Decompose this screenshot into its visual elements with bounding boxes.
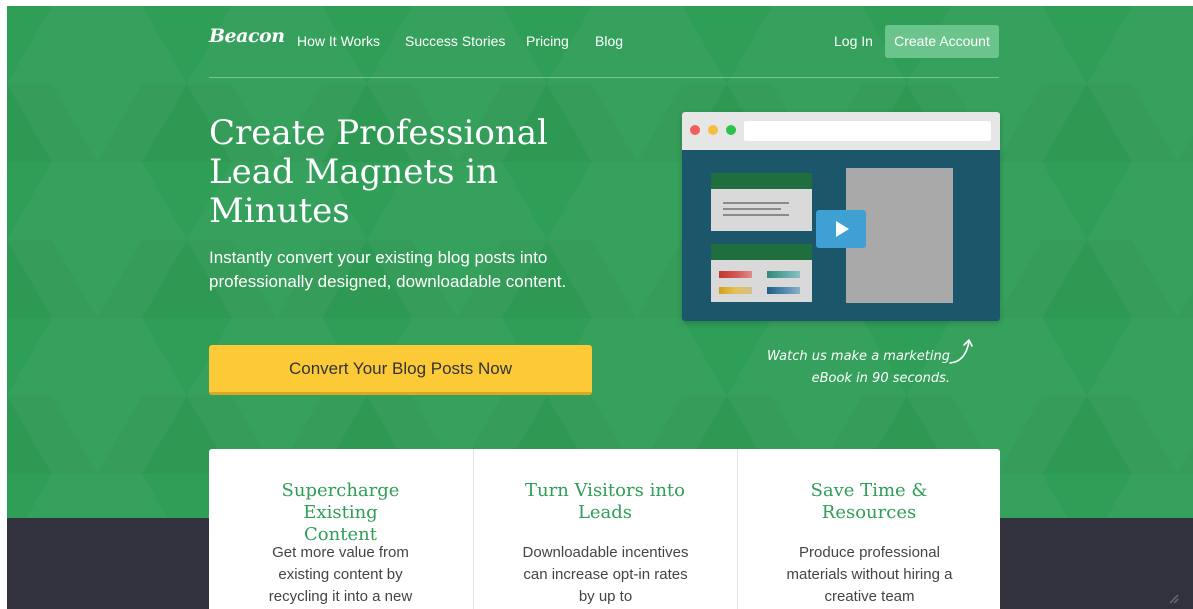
nav-link-how-it-works[interactable]: How It Works bbox=[297, 33, 380, 49]
nav-link-success-stories[interactable]: Success Stories bbox=[405, 33, 505, 49]
window-dot-icon bbox=[690, 125, 700, 135]
feature-title: Supercharge Existing Content bbox=[281, 480, 400, 545]
video-caption-line2: eBook in 90 seconds. bbox=[811, 371, 950, 386]
curved-arrow-icon bbox=[949, 339, 973, 364]
address-bar bbox=[744, 121, 991, 141]
feature-card: Turn Visitors into Leads Downloadable in… bbox=[473, 449, 736, 609]
feature-title: Save Time & Resources bbox=[810, 480, 928, 523]
feature-title: Turn Visitors into Leads bbox=[524, 480, 685, 523]
window-dot-icon bbox=[708, 125, 718, 135]
ebook-preview-page bbox=[711, 244, 812, 302]
nav-link-blog[interactable]: Blog bbox=[595, 33, 623, 49]
feature-text: Downloadable incentives can increase opt… bbox=[522, 544, 689, 605]
create-account-button[interactable]: Create Account bbox=[885, 25, 999, 58]
scroll-corner-icon bbox=[1169, 594, 1179, 604]
hero-title: Create Professional Lead Magnets in Minu… bbox=[209, 113, 548, 231]
video-caption: Watch us make a marketing eBook in 90 se… bbox=[735, 346, 950, 390]
feature-text: Produce professional materials without h… bbox=[786, 544, 953, 605]
top-navigation: Beacon How It Works Success Stories Pric… bbox=[209, 25, 999, 59]
feature-card: Save Time & Resources Produce profession… bbox=[737, 449, 1000, 609]
video-caption-line1: Watch us make a marketing bbox=[767, 349, 950, 364]
login-link[interactable]: Log In bbox=[834, 33, 873, 49]
convert-blog-posts-button[interactable]: Convert Your Blog Posts Now bbox=[209, 345, 592, 395]
beacon-logo[interactable]: Beacon bbox=[209, 25, 285, 47]
play-icon bbox=[836, 221, 849, 237]
feature-card: Supercharge Existing Content Get more va… bbox=[209, 449, 472, 609]
video-thumbnail bbox=[682, 150, 1000, 321]
ebook-preview-page bbox=[711, 173, 812, 231]
video-player[interactable] bbox=[682, 112, 1000, 321]
nav-link-pricing[interactable]: Pricing bbox=[526, 33, 569, 49]
feature-text: Get more value from existing content by … bbox=[268, 544, 413, 605]
window-dot-icon bbox=[726, 125, 736, 135]
browser-toolbar bbox=[682, 112, 1000, 150]
hero-section: Beacon How It Works Success Stories Pric… bbox=[7, 6, 1193, 518]
play-button[interactable] bbox=[816, 210, 866, 248]
hero-subtitle: Instantly convert your existing blog pos… bbox=[209, 248, 567, 291]
nav-divider bbox=[209, 77, 999, 78]
page: Beacon How It Works Success Stories Pric… bbox=[7, 6, 1193, 609]
features-panel: Supercharge Existing Content Get more va… bbox=[209, 449, 1000, 609]
